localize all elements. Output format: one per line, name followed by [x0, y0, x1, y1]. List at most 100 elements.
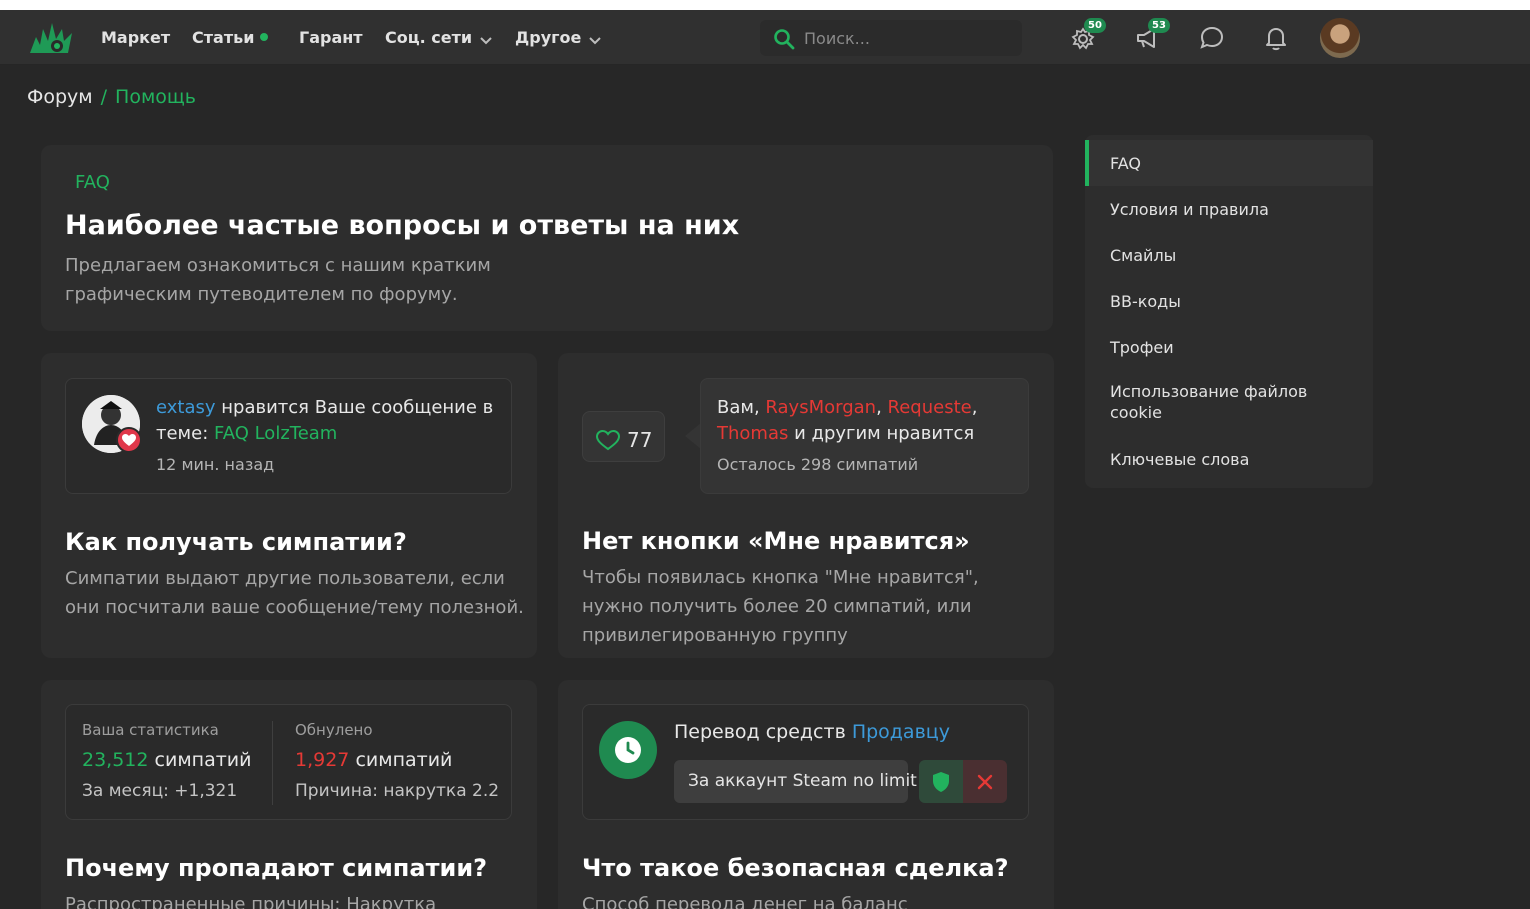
breadcrumb-home[interactable]: Форум [27, 86, 93, 108]
heart-outline-icon [595, 429, 621, 451]
sidebar-item-label: FAQ [1110, 154, 1141, 173]
notification-text: extasy нравится Ваше сообщение в теме: F… [156, 395, 506, 447]
nav-guarantor-label: Гарант [299, 28, 363, 47]
close-icon [977, 774, 993, 790]
chat-bubble-icon [1200, 26, 1224, 49]
transfer-reason: За аккаунт Steam no limit [674, 760, 917, 803]
top-strip [0, 0, 1530, 10]
conversations-button[interactable]: 53 [1134, 18, 1170, 52]
sidebar-item-label: Трофеи [1110, 338, 1174, 357]
card-title: Как получать симпатии? [65, 528, 407, 556]
stat-label: Ваша статистика [82, 721, 219, 739]
stat-extra: Причина: накрутка 2.2 [295, 781, 500, 801]
alerts-button[interactable]: 50 [1070, 18, 1106, 52]
stat-unit: симпатий [349, 749, 453, 771]
notifications-button[interactable] [1262, 24, 1290, 52]
sidebar-item-label: Использование файлов cookie [1110, 382, 1308, 422]
breadcrumb-current[interactable]: Помощь [115, 86, 196, 108]
sidebar-item-faq[interactable]: FAQ [1085, 140, 1373, 186]
notification-thread-link[interactable]: FAQ LolzTeam [214, 423, 337, 444]
reject-button[interactable] [963, 760, 1007, 803]
faq-header-panel: FAQ Наиболее частые вопросы и ответы на … [41, 145, 1053, 331]
transfer-title: Перевод средств Продавцу [674, 721, 950, 743]
user-avatar[interactable] [1320, 18, 1360, 58]
notification-user-link[interactable]: extasy [156, 397, 216, 418]
card-title: Нет кнопки «Мне нравится» [582, 527, 970, 555]
sidebar-item-terms[interactable]: Условия и правила [1085, 187, 1373, 231]
stat-extra: За месяц: +1,321 [82, 781, 238, 801]
nav-guarantor[interactable]: Гарант [299, 10, 363, 65]
stats-example: Ваша статистика 23,512 симпатий За месяц… [65, 704, 512, 820]
breadcrumb-separator: / [100, 86, 108, 108]
top-navbar: Маркет Статьи Гарант Соц. сети Другое 50… [0, 10, 1530, 65]
page-subtitle: Предлагаем ознакомиться с нашим кратким … [65, 255, 491, 305]
sidebar-item-label: Смайлы [1110, 246, 1177, 265]
card-safe-deal: Перевод средств Продавцу За аккаунт Stea… [558, 680, 1054, 909]
stat-value: 23,512 симпатий [82, 749, 251, 771]
card-text: Распространенные причины: Накрутка [65, 894, 437, 909]
card-no-like-button: 77 Вам, RaysMorgan, Requeste, Thomas и д… [558, 353, 1054, 658]
sidebar-item-label: Условия и правила [1110, 200, 1269, 219]
nav-market-label: Маркет [101, 28, 171, 47]
liker-link[interactable]: Requeste [888, 397, 972, 418]
sidebar-item-label: BB-коды [1110, 292, 1181, 311]
faq-label: FAQ [75, 172, 110, 193]
transfer-text: Перевод средств [674, 721, 852, 743]
stat-number: 23,512 [82, 749, 149, 771]
likes-prefix: Вам, [717, 397, 766, 418]
sidebar-item-cookies[interactable]: Использование файлов cookie [1085, 371, 1373, 435]
liker-link[interactable]: RaysMorgan [765, 397, 876, 418]
breadcrumb: Форум / Помощь [27, 86, 196, 108]
card-title: Почему пропадают симпатии? [65, 854, 488, 882]
stat-number: 1,927 [295, 749, 350, 771]
sidebar-item-keywords[interactable]: Ключевые слова [1085, 437, 1373, 481]
liker-link[interactable]: Thomas [717, 423, 788, 444]
stat-label: Обнулено [295, 721, 373, 739]
card-title: Что такое безопасная сделка? [582, 854, 1009, 882]
accept-button[interactable] [919, 760, 963, 803]
like-count: 77 [627, 428, 653, 452]
nav-social[interactable]: Соц. сети [385, 10, 492, 65]
card-text: Способ перевода денег на баланс [582, 894, 908, 909]
site-logo-icon[interactable] [28, 19, 74, 57]
likes-tooltip: Вам, RaysMorgan, Requeste, Thomas и друг… [700, 378, 1029, 494]
seller-link[interactable]: Продавцу [852, 721, 950, 743]
conversations-badge: 53 [1148, 18, 1170, 33]
likes-comma: , [876, 397, 888, 418]
likes-text: Вам, RaysMorgan, Requeste, Thomas и друг… [717, 395, 1017, 447]
heart-icon [116, 427, 142, 453]
like-counter[interactable]: 77 [582, 411, 665, 462]
sidebar-item-label: Ключевые слова [1110, 450, 1250, 469]
bell-icon [1266, 28, 1286, 51]
notification-example: extasy нравится Ваше сообщение в теме: F… [65, 378, 512, 494]
search-box[interactable] [760, 20, 1022, 56]
likes-comma: , [971, 397, 978, 418]
chat-button[interactable] [1198, 24, 1226, 52]
notification-time: 12 мин. назад [156, 455, 275, 474]
nav-other[interactable]: Другое [515, 10, 602, 65]
search-input[interactable] [804, 20, 1014, 56]
new-dot-icon [260, 33, 269, 41]
nav-other-label: Другое [515, 28, 582, 47]
likes-suffix: и другим нравится [788, 423, 975, 444]
stat-unit: симпатий [148, 749, 252, 771]
tooltip-arrow-icon [685, 423, 701, 449]
chevron-down-icon [480, 37, 492, 45]
nav-articles[interactable]: Статьи [192, 10, 269, 65]
sidebar-item-bbcodes[interactable]: BB-коды [1085, 279, 1373, 323]
page-title: Наиболее частые вопросы и ответы на них [65, 210, 740, 241]
nav-market[interactable]: Маркет [101, 10, 170, 65]
clock-icon [599, 721, 657, 779]
card-text: Чтобы появилась кнопка "Мне нравится", н… [582, 567, 979, 646]
help-sidebar: FAQ Условия и правила Смайлы BB-коды Тро… [1085, 135, 1373, 488]
search-icon [774, 29, 795, 50]
nav-articles-label: Статьи [192, 28, 255, 47]
shield-icon [933, 772, 949, 792]
chevron-down-icon [589, 37, 602, 45]
transfer-example: Перевод средств Продавцу За аккаунт Stea… [582, 704, 1029, 820]
card-text: Симпатии выдают другие пользователи, есл… [65, 568, 524, 618]
sidebar-item-smilies[interactable]: Смайлы [1085, 233, 1373, 277]
card-why-likes-disappear: Ваша статистика 23,512 симпатий За месяц… [41, 680, 537, 909]
sidebar-item-trophies[interactable]: Трофеи [1085, 325, 1373, 369]
divider [272, 721, 273, 805]
